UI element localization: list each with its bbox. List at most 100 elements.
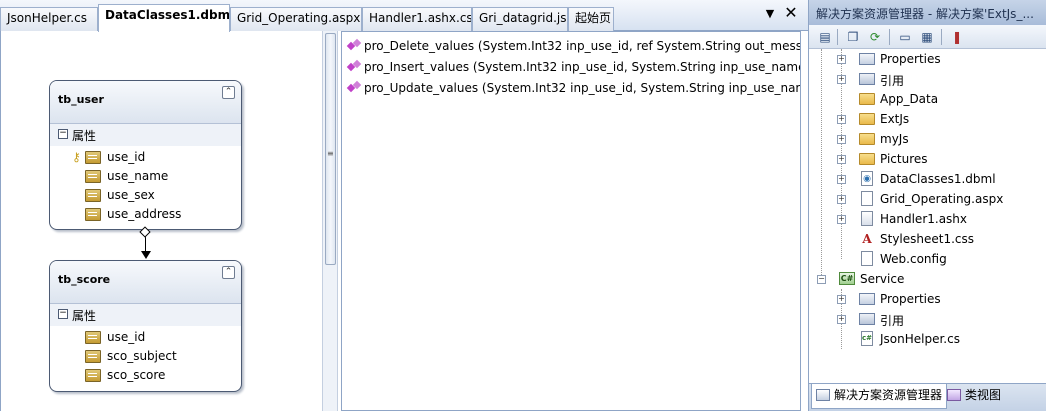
panel-title[interactable]: 解决方案资源管理器 - 解决方案'ExtJs_... <box>809 0 1046 25</box>
tree-item-app-data[interactable]: App_Data <box>809 89 1046 109</box>
entity-property[interactable]: sco_subject <box>50 347 241 366</box>
tree-item-pictures[interactable]: + Pictures <box>809 149 1046 169</box>
tree-item-label: 引用 <box>880 314 905 328</box>
solution-explorer-icon <box>816 389 830 401</box>
expand-icon[interactable]: + <box>837 195 846 204</box>
entity-property[interactable]: use_name <box>50 167 241 186</box>
document-tab-strip: JsonHelper.cs DataClasses1.dbml* Grid_Op… <box>0 0 808 32</box>
property-name: use_name <box>107 169 169 183</box>
entity-property[interactable]: sco_score <box>50 366 241 385</box>
chevron-down-icon[interactable]: ▼ <box>762 6 778 22</box>
property-icon <box>85 331 101 344</box>
properties-section[interactable]: − 属性 <box>50 124 241 146</box>
property-list: ⚷ use_id use_name use_sex use_address <box>50 146 241 229</box>
tree-item-jsonhelper-cs[interactable]: c# JsonHelper.cs <box>809 329 1046 349</box>
tab-start-page[interactable]: 起始页 <box>568 7 614 31</box>
tree-item-stylesheet1-css[interactable]: A Stylesheet1.css <box>809 229 1046 249</box>
close-icon[interactable]: ✕ <box>782 4 800 22</box>
method-signature: pro_Delete_values (System.Int32 inp_use_… <box>364 39 801 53</box>
dbml-designer-surface[interactable]: tb_user ⌃ − 属性 ⚷ use_id use_name use_sex <box>0 31 322 411</box>
tab-dataclasses1-dbml[interactable]: DataClasses1.dbml* <box>98 4 230 32</box>
project-icon: C# <box>839 272 855 285</box>
expand-icon[interactable]: + <box>837 215 846 224</box>
tab-solution-explorer[interactable]: 解决方案资源管理器 <box>811 384 948 409</box>
tree-item-references[interactable]: + 引用 <box>809 309 1046 329</box>
method-item[interactable]: pro_Update_values (System.Int32 inp_use_… <box>342 77 800 98</box>
collapse-icon[interactable]: ⌃ <box>222 86 235 99</box>
properties-section[interactable]: − 属性 <box>50 304 241 326</box>
method-item[interactable]: pro_Insert_values (System.Int32 inp_use_… <box>342 56 800 77</box>
collapse-icon[interactable]: ⌃ <box>222 266 235 279</box>
tab-class-view[interactable]: 类视图 <box>943 384 1005 409</box>
section-label: 属性 <box>72 309 97 323</box>
primary-key-icon: ⚷ <box>72 150 81 164</box>
solution-explorer-panel: 解决方案资源管理器 - 解决方案'ExtJs_... ▤ ❐ ⟳ ▭ ▦ ❚ +… <box>808 0 1046 411</box>
tree-item-label: Properties <box>880 52 941 66</box>
tab-jsonhelper-cs[interactable]: JsonHelper.cs <box>0 7 98 31</box>
tree-item-web-config[interactable]: Web.config <box>809 249 1046 269</box>
cs-file-icon: c# <box>861 331 873 346</box>
tree-item-grid-operating-aspx[interactable]: + Grid_Operating.aspx <box>809 189 1046 209</box>
config-file-icon <box>861 251 873 266</box>
folder-icon <box>859 153 875 165</box>
entity-property[interactable]: use_id <box>50 328 241 347</box>
properties-icon[interactable]: ▤ <box>817 29 833 45</box>
expand-icon[interactable]: + <box>837 295 846 304</box>
tree-item-myjs[interactable]: + myJs <box>809 129 1046 149</box>
property-name: use_sex <box>107 188 155 202</box>
entity-property[interactable]: use_sex <box>50 186 241 205</box>
tree-item-properties[interactable]: + Properties <box>809 49 1046 69</box>
expand-icon[interactable]: + <box>837 75 846 84</box>
property-name: sco_score <box>107 368 166 382</box>
tree-item-references[interactable]: + 引用 <box>809 69 1046 89</box>
entity-header[interactable]: tb_score ⌃ <box>50 261 241 304</box>
tab-grid-operating-aspx[interactable]: Grid_Operating.aspx <box>230 7 362 31</box>
solution-tree[interactable]: + Properties + 引用 App_Data + ExtJs + myJ… <box>809 49 1046 383</box>
method-item[interactable]: pro_Delete_values (System.Int32 inp_use_… <box>342 35 800 56</box>
entity-header[interactable]: tb_user ⌃ <box>50 81 241 124</box>
minus-icon[interactable]: − <box>58 309 68 319</box>
expand-icon[interactable]: + <box>837 115 846 124</box>
pane-splitter[interactable]: ≡ <box>322 31 338 411</box>
tree-item-dataclasses1-dbml[interactable]: + ◉ DataClasses1.dbml <box>809 169 1046 189</box>
tree-item-label: ExtJs <box>880 112 910 126</box>
dbml-file-icon: ◉ <box>861 171 873 186</box>
toolbar-separator <box>837 29 838 45</box>
minus-icon[interactable]: − <box>58 129 68 139</box>
properties-icon <box>859 53 875 65</box>
toolbar-separator <box>941 29 942 45</box>
tab-gri-datagrid-js[interactable]: Gri_datagrid.js <box>472 7 568 31</box>
expand-icon[interactable]: + <box>837 155 846 164</box>
grip-icon[interactable]: ≡ <box>327 150 335 160</box>
methods-pane[interactable]: pro_Delete_values (System.Int32 inp_use_… <box>341 31 801 411</box>
class-diagram-icon[interactable]: ❚ <box>949 29 965 45</box>
entity-property[interactable]: use_address <box>50 205 241 224</box>
view-code-icon[interactable]: ▭ <box>897 29 913 45</box>
tree-item-handler1-ashx[interactable]: + Handler1.ashx <box>809 209 1046 229</box>
tree-item-service-project[interactable]: − C# Service <box>809 269 1046 289</box>
tree-item-label: Pictures <box>880 152 928 166</box>
tree-item-properties[interactable]: + Properties <box>809 289 1046 309</box>
expand-icon[interactable]: + <box>837 55 846 64</box>
property-icon <box>85 369 101 382</box>
tab-handler1-ashx-cs[interactable]: Handler1.ashx.cs <box>362 7 472 31</box>
tree-item-label: App_Data <box>880 92 939 106</box>
tree-item-label: myJs <box>880 132 909 146</box>
tree-item-label: Stylesheet1.css <box>880 232 975 246</box>
collapse-icon[interactable]: − <box>817 275 826 284</box>
entity-tb-user[interactable]: tb_user ⌃ − 属性 ⚷ use_id use_name use_sex <box>49 80 242 230</box>
entity-property[interactable]: ⚷ use_id <box>50 148 241 167</box>
method-signature: pro_Update_values (System.Int32 inp_use_… <box>364 81 800 95</box>
view-designer-icon[interactable]: ▦ <box>919 29 935 45</box>
tree-item-label: JsonHelper.cs <box>880 332 960 346</box>
property-name: use_address <box>107 207 182 221</box>
method-icon <box>348 61 358 71</box>
tree-item-extjs[interactable]: + ExtJs <box>809 109 1046 129</box>
expand-icon[interactable]: + <box>837 175 846 184</box>
expand-icon[interactable]: + <box>837 135 846 144</box>
entity-tb-score[interactable]: tb_score ⌃ − 属性 use_id sco_subject sco_s… <box>49 260 242 392</box>
expand-icon[interactable]: + <box>837 315 846 324</box>
show-all-files-icon[interactable]: ❐ <box>845 29 861 45</box>
property-icon <box>85 170 101 183</box>
refresh-icon[interactable]: ⟳ <box>867 29 883 45</box>
